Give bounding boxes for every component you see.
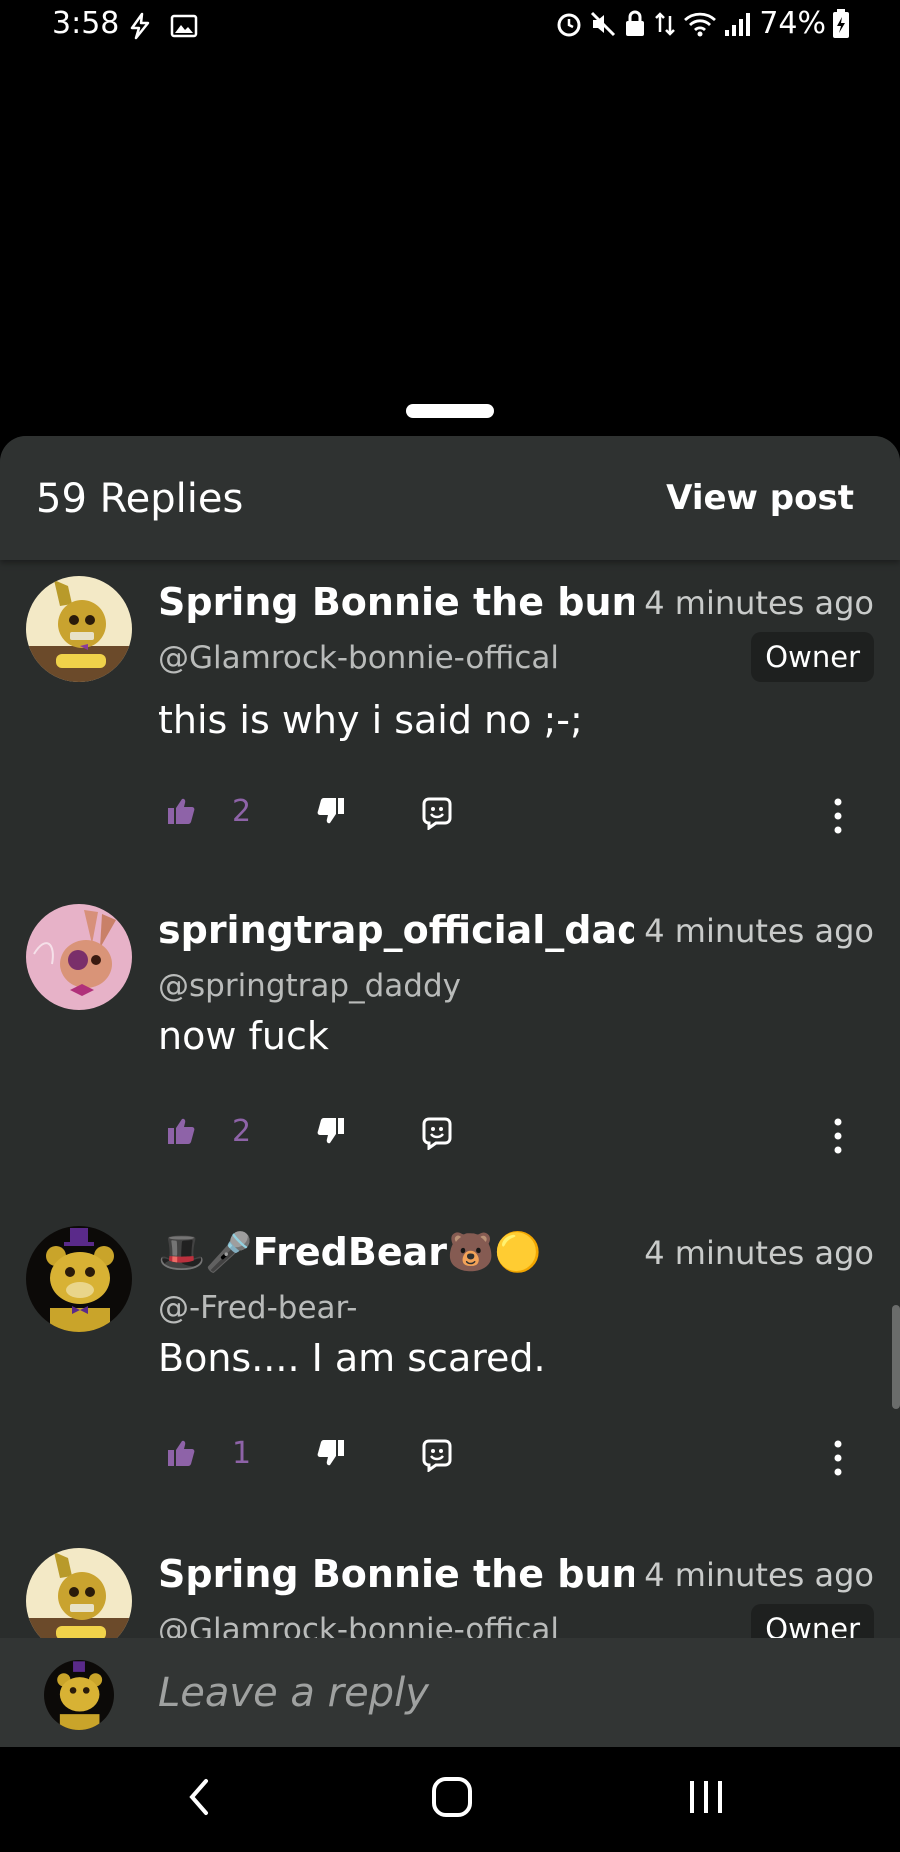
sheet-header: 59 Replies View post — [0, 436, 900, 560]
reply-bar — [0, 1638, 900, 1747]
comment-handle[interactable]: @-Fred-bear- — [158, 1290, 357, 1326]
reply-icon[interactable] — [420, 1116, 454, 1150]
comment-author[interactable]: Spring Bonnie the bunny — [158, 580, 634, 630]
battery-icon — [833, 8, 849, 38]
alarm-icon — [557, 13, 581, 36]
comment-actions: 2 — [0, 786, 900, 846]
more-options-icon[interactable] — [826, 1436, 850, 1480]
comment-author[interactable]: Spring Bonnie the bunny — [158, 1552, 634, 1602]
mute-icon — [591, 11, 616, 36]
image-icon — [170, 14, 198, 38]
dislike-icon[interactable] — [316, 796, 346, 826]
replies-count: 59 Replies — [36, 476, 244, 522]
reply-input[interactable] — [158, 1658, 858, 1728]
reply-icon[interactable] — [420, 796, 454, 830]
owner-badge: Owner — [751, 1604, 874, 1638]
like-icon[interactable] — [166, 1116, 196, 1146]
more-options-icon[interactable] — [826, 1114, 850, 1158]
comment-time: 4 minutes ago — [644, 584, 874, 622]
owner-badge: Owner — [751, 632, 874, 682]
data-arrows-icon — [655, 11, 676, 36]
comment-handle[interactable]: @springtrap_daddy — [158, 968, 461, 1004]
avatar[interactable] — [26, 1226, 132, 1332]
like-count: 1 — [232, 1436, 252, 1471]
more-options-icon[interactable] — [826, 794, 850, 838]
comment-item: springtrap_official_daddy 4 minutes ago … — [0, 888, 900, 1210]
recents-icon[interactable] — [686, 1775, 726, 1819]
view-post-button[interactable]: View post — [666, 478, 854, 518]
comment-author[interactable]: springtrap_official_daddy — [158, 908, 634, 958]
like-count: 2 — [232, 1114, 252, 1149]
replies-sheet: 59 Replies View post Spring Bonnie the b… — [0, 436, 900, 1747]
like-count: 2 — [232, 794, 252, 829]
comment-list[interactable]: Spring Bonnie the bunny 4 minutes ago @G… — [0, 560, 900, 1638]
comment-time: 4 minutes ago — [644, 912, 874, 950]
dislike-icon[interactable] — [316, 1116, 346, 1146]
comment-item: Spring Bonnie the bunny 4 minutes ago @G… — [0, 560, 900, 882]
avatar[interactable] — [26, 1548, 132, 1638]
comment-handle[interactable]: @Glamrock-bonnie-offical — [158, 1612, 559, 1638]
home-icon[interactable] — [430, 1775, 474, 1819]
scrollbar-thumb[interactable] — [892, 1305, 900, 1409]
dislike-icon[interactable] — [316, 1438, 346, 1468]
like-icon[interactable] — [166, 796, 196, 826]
avatar[interactable] — [26, 904, 132, 1010]
comment-actions: 2 — [0, 1106, 900, 1166]
comment-actions: 1 — [0, 1428, 900, 1488]
battery-percent: 74% — [759, 6, 826, 41]
sheet-drag-handle[interactable] — [406, 404, 494, 418]
like-icon[interactable] — [166, 1438, 196, 1468]
status-time: 3:58 — [52, 6, 120, 41]
comment-text: now fuck — [158, 1014, 329, 1058]
comment-author[interactable]: 🎩🎤FredBear🐻🟡 — [158, 1230, 634, 1280]
navigation-bar — [0, 1747, 900, 1852]
status-right: 74% — [555, 6, 850, 41]
comment-handle[interactable]: @Glamrock-bonnie-offical — [158, 640, 559, 676]
vpn-icon — [626, 10, 645, 36]
signal-icon — [725, 12, 751, 36]
comment-time: 4 minutes ago — [644, 1234, 874, 1272]
comment-time: 4 minutes ago — [644, 1556, 874, 1594]
avatar[interactable] — [26, 576, 132, 682]
comment-item: Spring Bonnie the bunny 4 minutes ago @G… — [0, 1532, 900, 1638]
wifi-icon — [684, 12, 717, 36]
comment-text: Bons.... I am scared. — [158, 1336, 546, 1380]
back-icon[interactable] — [184, 1775, 214, 1819]
comment-item: 🎩🎤FredBear🐻🟡 4 minutes ago @-Fred-bear- … — [0, 1210, 900, 1532]
reply-icon[interactable] — [420, 1438, 454, 1472]
flash-icon — [130, 12, 150, 40]
user-avatar[interactable] — [44, 1660, 114, 1730]
comment-text: this is why i said no ;-; — [158, 698, 583, 742]
status-bar: 3:58 74% — [0, 0, 900, 56]
